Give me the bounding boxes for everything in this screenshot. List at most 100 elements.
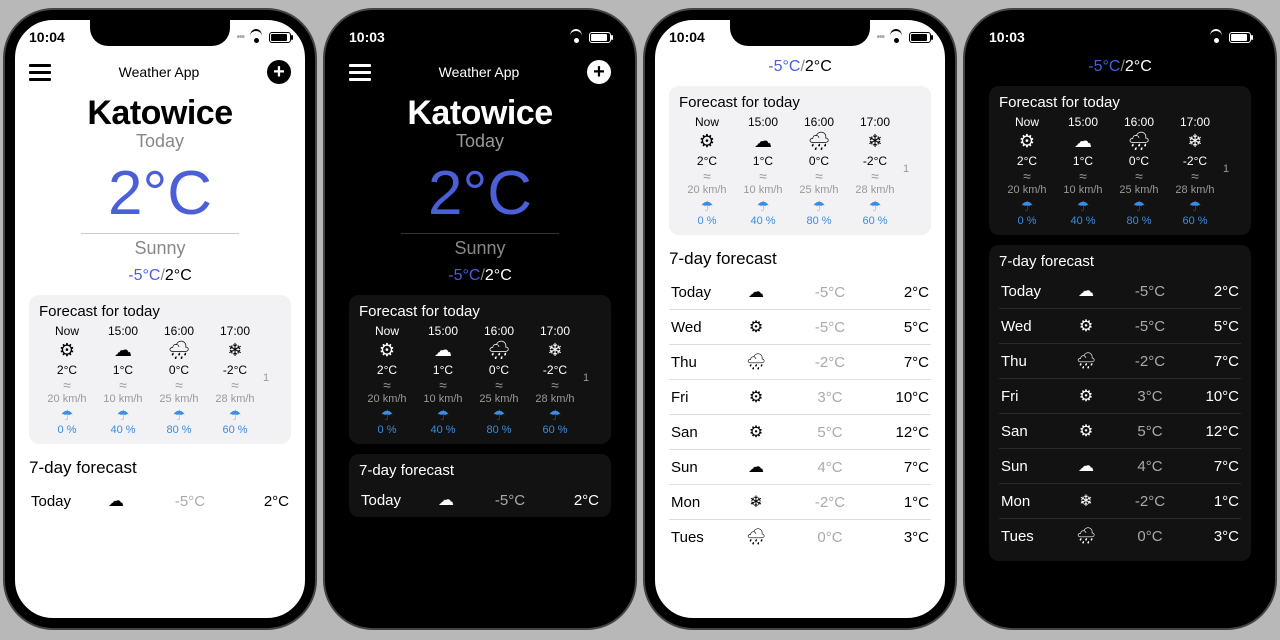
hour-col[interactable]: Now2°C20 km/h0 % [39, 324, 95, 436]
app-title: Weather App [439, 64, 520, 80]
day-low: -5°C [141, 493, 239, 510]
hour-wind: 20 km/h [39, 393, 95, 405]
hourly-scroll[interactable]: Now2°C20 km/h0 %15:001°C10 km/h40 %16:00… [39, 324, 281, 436]
hour-col[interactable]: Now2°C20 km/h0 % [999, 115, 1055, 227]
snow-icon [1167, 131, 1223, 152]
hour-col[interactable]: 17:00-2°C28 km/h60 % [207, 324, 263, 436]
top-bar: Weather App + [29, 54, 291, 88]
day-label: Mon [671, 494, 731, 511]
daily-row[interactable]: Thu-2°C7°C [999, 344, 1241, 379]
hour-wind: 20 km/h [679, 184, 735, 196]
daily-row[interactable]: Today-5°C2°C [669, 275, 931, 310]
daily-row[interactable]: Sun4°C7°C [669, 450, 931, 485]
hour-temp: 1°C [735, 154, 791, 168]
hour-temp: 2°C [39, 363, 95, 377]
day-low: 4°C [1111, 458, 1189, 475]
sun-icon [1061, 421, 1111, 441]
daily-row[interactable]: Sun4°C7°C [999, 449, 1241, 484]
day-label: Today [671, 284, 731, 301]
daily-row[interactable]: Mon-2°C1°C [999, 484, 1241, 519]
menu-icon[interactable] [349, 64, 371, 81]
day-low: -2°C [1111, 493, 1189, 510]
day-label: Thu [671, 354, 731, 371]
daily-row[interactable]: Fri3°C10°C [999, 379, 1241, 414]
notch [410, 20, 550, 46]
hour-col[interactable]: 15:001°C10 km/h40 % [735, 115, 791, 227]
umbrella-icon [151, 407, 207, 424]
add-button[interactable]: + [587, 60, 611, 84]
hour-col[interactable]: Now2°C20 km/h0 % [359, 324, 415, 436]
hour-temp: 0°C [151, 363, 207, 377]
umbrella-icon [415, 407, 471, 424]
daily-row[interactable]: Today-5°C2°C [359, 483, 601, 517]
hour-col[interactable]: 17:00-2°C28 km/h60 % [1167, 115, 1223, 227]
umbrella-icon [1111, 198, 1167, 215]
daily-row[interactable]: San5°C12°C [999, 414, 1241, 449]
day-label: Wed [671, 319, 731, 336]
rain-icon [1061, 526, 1111, 546]
hour-col[interactable]: 17:00-2°C28 km/h60 % [527, 324, 583, 436]
hour-col-peek: 1 [1223, 115, 1241, 227]
daily-row[interactable]: Tues0°C3°C [999, 519, 1241, 553]
hour-time: 16:00 [791, 115, 847, 129]
hour-time: 15:00 [415, 324, 471, 338]
daily-row[interactable]: Wed-5°C5°C [669, 310, 931, 345]
hour-time: 15:00 [1055, 115, 1111, 129]
cloud-icon [731, 457, 781, 477]
hour-rain: 0 % [679, 215, 735, 227]
day-label: Wed [1001, 318, 1061, 335]
day-low: 0°C [1111, 528, 1189, 545]
sun-icon [39, 340, 95, 361]
menu-icon[interactable] [29, 64, 51, 81]
hour-col-peek: 1 [583, 324, 601, 436]
daily-row[interactable]: Mon-2°C1°C [669, 485, 931, 520]
hour-wind: 20 km/h [359, 393, 415, 405]
wifi-icon [1209, 30, 1224, 45]
hour-col[interactable]: 17:00-2°C28 km/h60 % [847, 115, 903, 227]
hour-temp: 1°C [1055, 154, 1111, 168]
hour-col[interactable]: 16:000°C25 km/h80 % [471, 324, 527, 436]
day-low: 4°C [781, 459, 879, 476]
notch [90, 20, 230, 46]
hourly-scroll[interactable]: Now2°C20 km/h0 %15:001°C10 km/h40 %16:00… [359, 324, 601, 436]
hour-col[interactable]: 16:000°C25 km/h80 % [1111, 115, 1167, 227]
hour-rain: 60 % [1167, 215, 1223, 227]
hour-col[interactable]: 15:001°C10 km/h40 % [415, 324, 471, 436]
daily-row[interactable]: Fri3°C10°C [669, 380, 931, 415]
hourly-scroll[interactable]: Now2°C20 km/h0 %15:001°C10 km/h40 %16:00… [999, 115, 1241, 227]
hourly-scroll[interactable]: Now2°C20 km/h0 %15:001°C10 km/h40 %16:00… [679, 115, 921, 227]
hourly-title: Forecast for today [39, 303, 281, 320]
wind-icon [207, 377, 263, 393]
daily-row[interactable]: Thu-2°C7°C [669, 345, 931, 380]
day-high: 7°C [879, 459, 929, 476]
hour-time: 17:00 [207, 324, 263, 338]
day-label: Tues [1001, 528, 1061, 545]
hour-rain: 0 % [359, 424, 415, 436]
daily-row[interactable]: Today-5°C2°C [999, 274, 1241, 309]
day-high: 2°C [1189, 283, 1239, 300]
hour-col[interactable]: 15:001°C10 km/h40 % [1055, 115, 1111, 227]
day-high: 7°C [1189, 353, 1239, 370]
hour-rain: 80 % [151, 424, 207, 436]
daily-row[interactable]: Tues0°C3°C [669, 520, 931, 554]
daily-row[interactable]: Today-5°C2°C [29, 484, 291, 518]
clock: 10:03 [349, 29, 385, 45]
add-button[interactable]: + [267, 60, 291, 84]
day-label: Today [361, 492, 421, 509]
hour-col[interactable]: Now2°C20 km/h0 % [679, 115, 735, 227]
hour-col[interactable]: 16:000°C25 km/h80 % [151, 324, 207, 436]
hour-col[interactable]: 16:000°C25 km/h80 % [791, 115, 847, 227]
hour-col-peek: 1 [903, 115, 921, 227]
hour-rain: 40 % [415, 424, 471, 436]
daily-row[interactable]: San5°C12°C [669, 415, 931, 450]
cloud-icon [731, 282, 781, 302]
clock: 10:03 [989, 29, 1025, 45]
hour-wind: 10 km/h [95, 393, 151, 405]
daily-row[interactable]: Wed-5°C5°C [999, 309, 1241, 344]
hour-wind: 28 km/h [527, 393, 583, 405]
hour-col[interactable]: 15:001°C10 km/h40 % [95, 324, 151, 436]
temp-range: -5°C/2°C [29, 267, 291, 285]
day-label: Fri [671, 389, 731, 406]
hour-col-peek: 1 [263, 324, 281, 436]
snow-icon [207, 340, 263, 361]
